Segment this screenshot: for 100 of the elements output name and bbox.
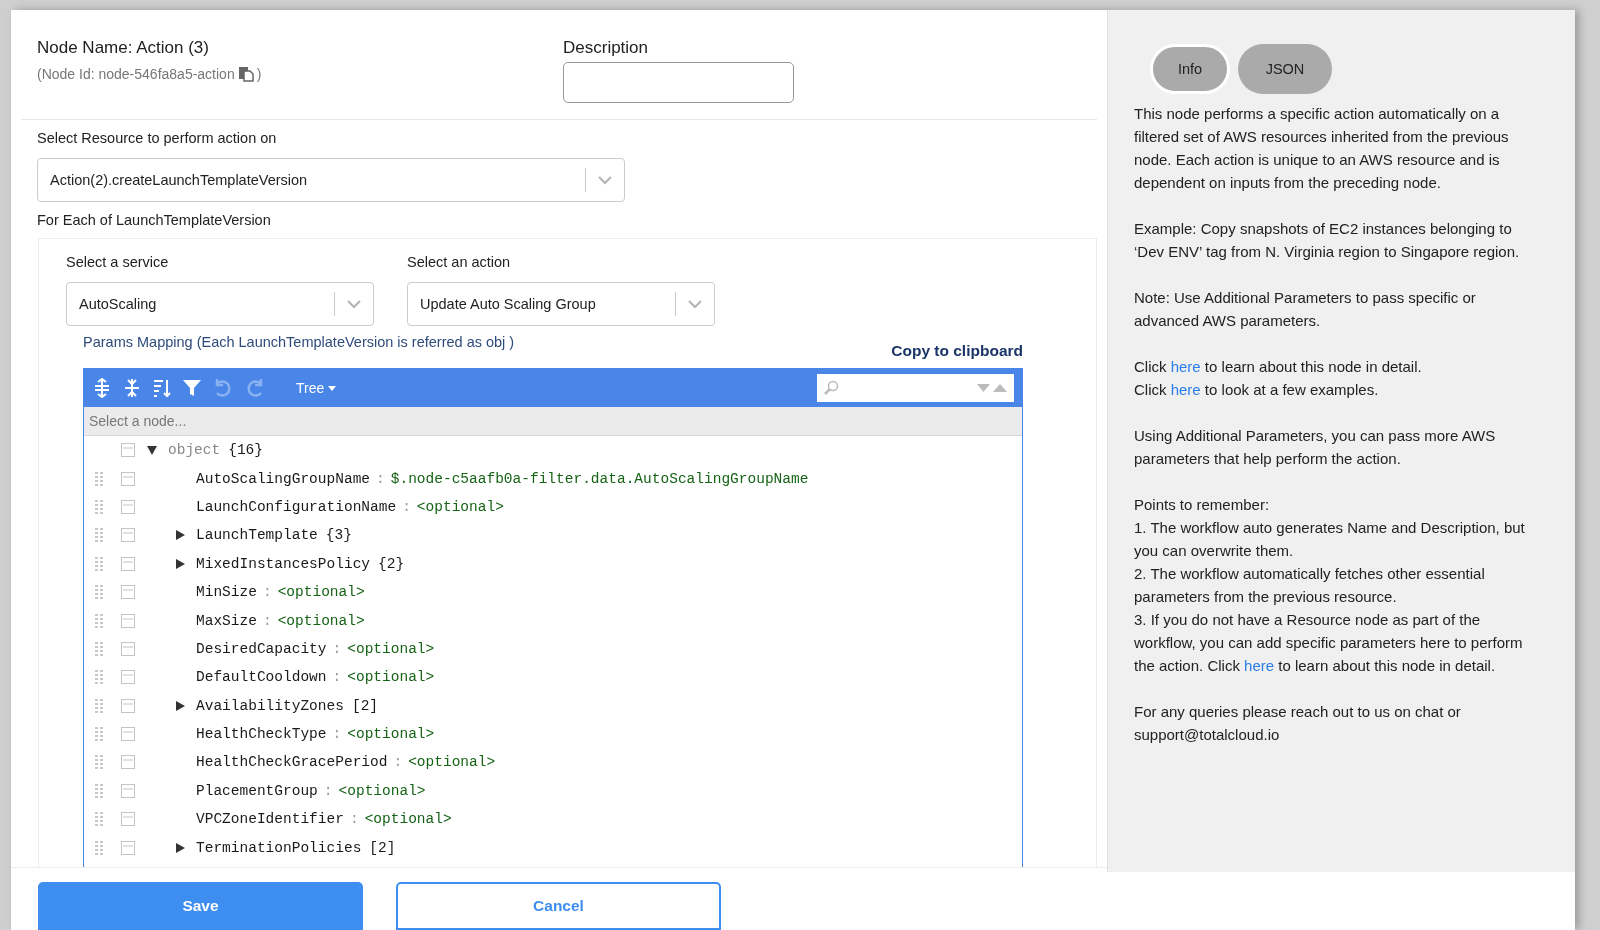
description-field[interactable]	[563, 62, 794, 103]
context-menu-icon[interactable]	[121, 840, 135, 855]
drag-handle-icon[interactable]	[95, 641, 103, 656]
collapsed-triangle-icon[interactable]	[175, 530, 185, 541]
resource-select[interactable]: Action(2).createLaunchTemplateVersion	[37, 158, 625, 202]
expanded-triangle-icon[interactable]	[147, 445, 157, 456]
drag-handle-icon[interactable]	[95, 755, 103, 770]
drag-handle-icon[interactable]	[95, 783, 103, 798]
item-count: {3}	[325, 527, 352, 544]
drag-handle-icon[interactable]	[95, 812, 103, 827]
node-id-paren: )	[256, 66, 262, 82]
context-menu-icon[interactable]	[121, 812, 135, 827]
tree-value: <optional>	[347, 726, 435, 743]
info-text: Click here to learn about this node in detail.	[1134, 357, 1423, 377]
expand-all-icon[interactable]	[92, 378, 112, 398]
context-menu-icon[interactable]	[121, 670, 135, 685]
context-menu-icon[interactable]	[121, 556, 135, 571]
colon-separator: :	[332, 640, 342, 657]
action-select[interactable]: Update Auto Scaling Group	[407, 282, 715, 326]
collapsed-triangle-icon[interactable]	[175, 700, 185, 711]
previous-next-icon[interactable]	[976, 383, 1008, 393]
cancel-button[interactable]: Cancel	[396, 882, 721, 930]
copy-icon[interactable]	[237, 66, 254, 82]
info-text: This node performs a specific action automatically on a filtered set of AWS resources inherited from the previous node. Each action is unique to an AWS resource and is dependent on inputs from the preceding node.	[1134, 104, 1510, 193]
tree-value: <optional>	[338, 782, 426, 799]
tree-value: <optional>	[277, 612, 365, 629]
tree-key: TerminationPolicies	[196, 839, 362, 856]
context-menu-icon[interactable]	[121, 783, 135, 798]
drag-handle-icon[interactable]	[95, 471, 103, 486]
help-link[interactable]: here	[1244, 657, 1275, 674]
info-text: 2. The workflow automatically fetches other essential parameters from the previous resource.	[1134, 564, 1486, 607]
colon-separator: :	[323, 782, 333, 799]
node-name: Node Name: Action (3)	[37, 38, 210, 58]
context-menu-icon[interactable]	[121, 528, 135, 543]
context-menu-icon[interactable]	[121, 727, 135, 742]
breadcrumb-field[interactable]: Select a node...	[84, 407, 1022, 436]
item-count: [2]	[369, 839, 396, 856]
tree-key: DesiredCapacity	[196, 640, 327, 657]
context-menu-icon[interactable]	[121, 698, 135, 713]
drag-handle-icon[interactable]	[95, 670, 103, 685]
tree-key: AvailabilityZones	[196, 697, 344, 714]
tree-value: <optional>	[277, 584, 365, 601]
context-menu-icon[interactable]	[121, 471, 135, 486]
tree-key: LaunchTemplate	[196, 527, 318, 544]
chevron-down-icon	[347, 299, 361, 309]
tree-key: AutoScalingGroupName	[196, 470, 371, 487]
tree-key: VPCZoneIdentifier	[196, 811, 344, 828]
info-text: Using Additional Parameters, you can pass more AWS parameters that help perform the action.	[1134, 426, 1497, 469]
context-menu-icon[interactable]	[121, 755, 135, 770]
drag-handle-icon[interactable]	[95, 556, 103, 571]
drag-handle-icon[interactable]	[95, 499, 103, 514]
context-menu-icon[interactable]	[121, 585, 135, 600]
colon-separator: :	[262, 584, 272, 601]
drag-handle-icon[interactable]	[95, 528, 103, 543]
tree-key: PlacementGroup	[196, 782, 318, 799]
drag-handle-icon[interactable]	[95, 727, 103, 742]
chevron-down-icon	[688, 299, 702, 309]
tree-key: LaunchConfigurationName	[196, 498, 397, 515]
tree-key: MixedInstancesPolicy	[196, 555, 371, 572]
mode-dropdown[interactable]: Tree	[290, 379, 343, 397]
help-link[interactable]: here	[1170, 358, 1201, 375]
info-text: 3. If you do not have a Resource node as part of the workflow, you can add specific parameters here to perform the action. Click here to learn about this node in detail.	[1134, 610, 1524, 676]
drag-handle-icon[interactable]	[95, 585, 103, 600]
context-menu-icon[interactable]	[121, 613, 135, 628]
drag-handle-icon[interactable]	[95, 613, 103, 628]
colon-separator: :	[376, 470, 385, 487]
description-label: Description	[563, 38, 650, 58]
tree-value: <optional>	[347, 640, 435, 657]
colon-separator: :	[393, 754, 403, 771]
info-text: Example: Copy snapshots of EC2 instances belonging to ‘Dev ENV’ tag from N. Virginia region to Singapore region.	[1134, 219, 1521, 262]
tree-value: <optional>	[416, 498, 504, 515]
collapsed-triangle-icon[interactable]	[175, 842, 185, 853]
collapse-all-icon[interactable]	[122, 378, 142, 398]
context-menu-icon[interactable]	[121, 499, 135, 514]
sort-icon[interactable]	[152, 378, 172, 398]
search-field[interactable]	[817, 374, 1014, 402]
resource-label: Select Resource to perform action on	[37, 130, 278, 146]
colon-separator: :	[332, 726, 342, 743]
drag-handle-icon[interactable]	[95, 698, 103, 713]
caret-icon	[328, 385, 337, 391]
colon-separator: :	[349, 811, 359, 828]
tree-key: MinSize	[196, 584, 257, 601]
help-link[interactable]: here	[1170, 381, 1201, 398]
context-menu-icon[interactable]	[121, 443, 135, 458]
save-button[interactable]: Save	[38, 882, 363, 930]
drag-handle-icon[interactable]	[95, 840, 103, 855]
copy-to-clipboard-button[interactable]: Copy to clipboard	[891, 342, 1023, 360]
tree-value: <optional>	[408, 754, 496, 771]
item-count: [2]	[351, 697, 379, 714]
chevron-down-icon	[598, 175, 612, 185]
search-icon	[823, 380, 839, 396]
filter-icon[interactable]	[182, 378, 202, 398]
tree-key: MaxSize	[196, 612, 257, 629]
panel-tab[interactable]: Info	[1150, 44, 1230, 94]
context-menu-icon[interactable]	[121, 641, 135, 656]
collapsed-triangle-icon[interactable]	[175, 558, 185, 569]
tree-key: object	[168, 442, 221, 459]
item-count: {16}	[228, 442, 264, 459]
panel-tab[interactable]: JSON	[1238, 44, 1332, 94]
service-select[interactable]: AutoScaling	[66, 282, 374, 326]
